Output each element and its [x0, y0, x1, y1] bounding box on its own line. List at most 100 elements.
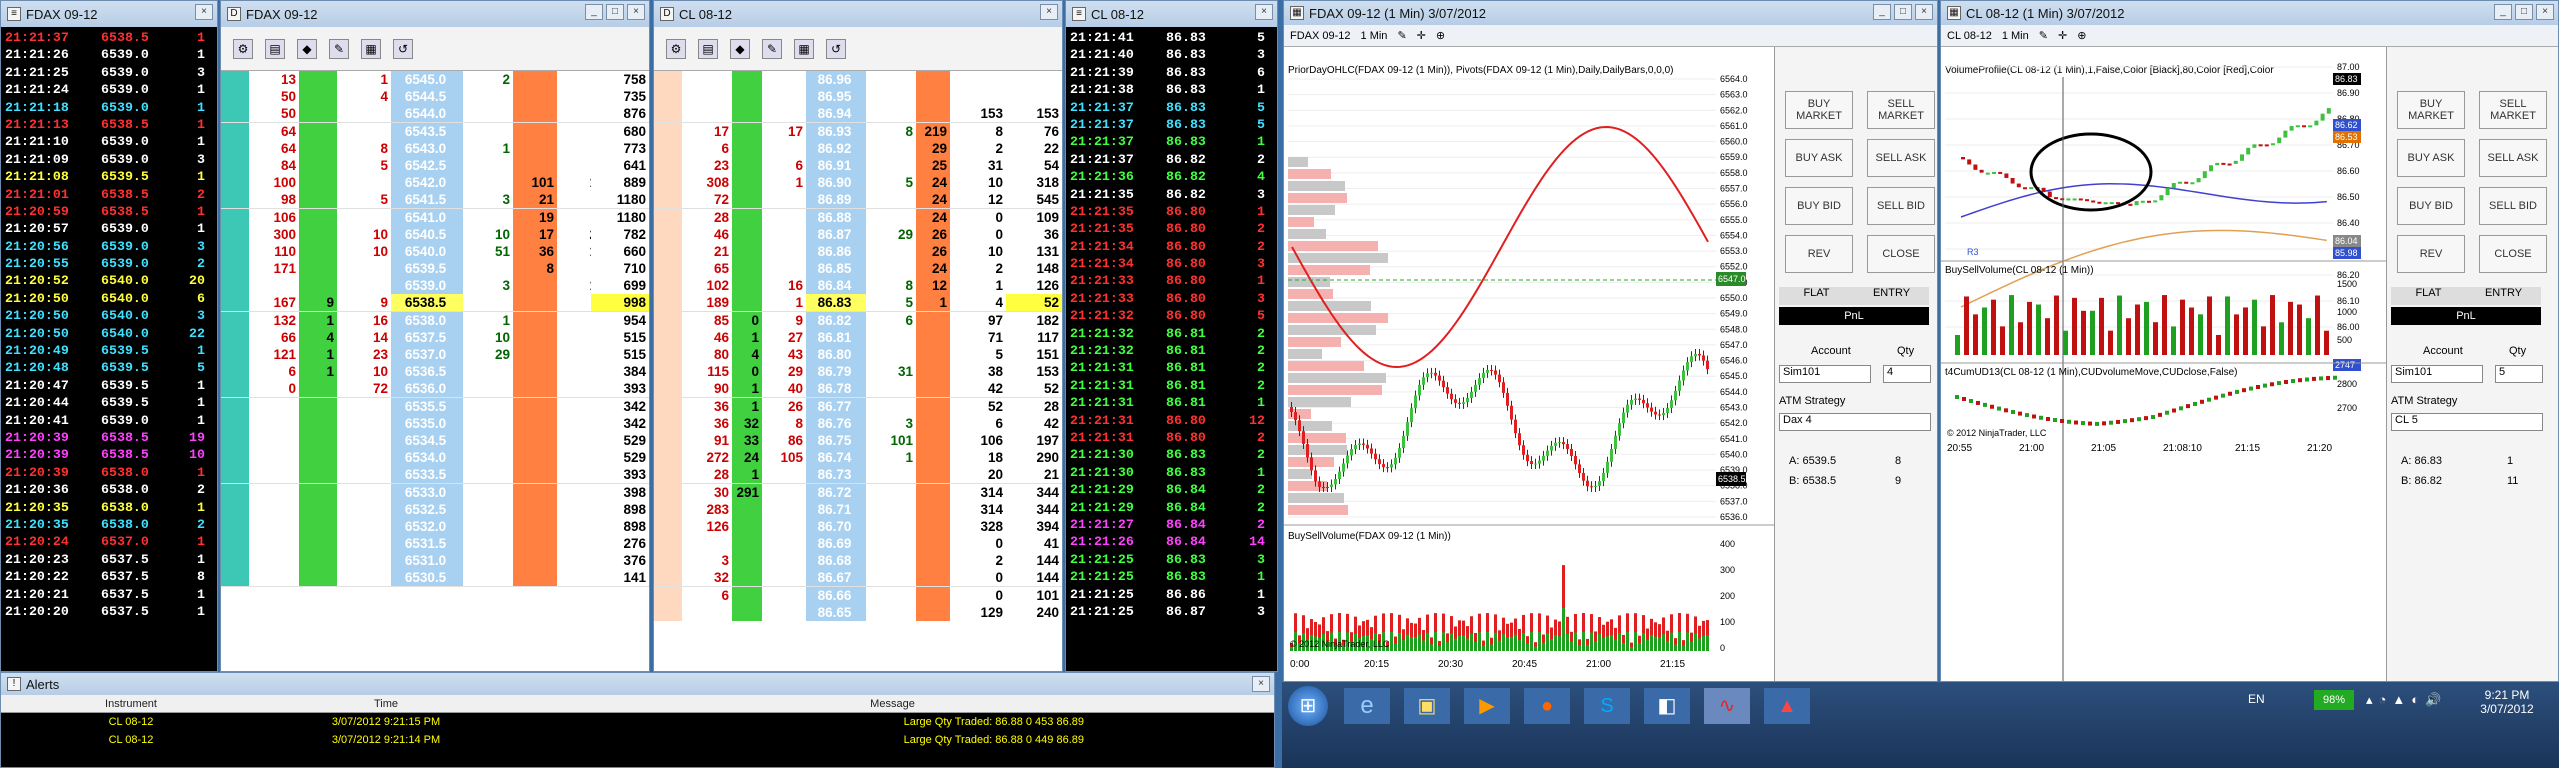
titlebar[interactable]: ≡ FDAX 09-12 ×: [1, 1, 217, 27]
ladder-row[interactable]: 646543.524680: [221, 122, 649, 140]
tray-icons[interactable]: ▴◔▲◐🔊: [2366, 692, 2447, 708]
ladder-row[interactable]: 32 86.67 0 144: [654, 569, 1062, 587]
titlebar[interactable]: ▦ CL 08-12 (1 Min) 3/07/2012 _ □ ×: [1941, 1, 2558, 25]
ladder-row[interactable]: 664146537.51018515: [221, 328, 649, 346]
ladder-row[interactable]: 17 17 86.93 8 219 8 76: [654, 122, 1062, 140]
ladder-row[interactable]: 6535.5 342: [221, 397, 649, 415]
maximize-icon[interactable]: □: [1894, 4, 1912, 20]
language-indicator[interactable]: EN: [2248, 692, 2265, 706]
minimize-icon[interactable]: _: [1873, 4, 1891, 20]
center-icon[interactable]: ◆: [297, 38, 317, 59]
ladder-row[interactable]: 6535.0 342: [221, 414, 649, 432]
period-selector[interactable]: 1 Min: [1361, 30, 1388, 42]
skype-icon[interactable]: S: [1584, 688, 1630, 724]
ladder-row[interactable]: 36 1 26 86.77 52 28: [654, 397, 1062, 415]
ladder-row[interactable]: 6533.0 398: [221, 483, 649, 501]
ladder-row[interactable]: 6 1 10 6536.5 384: [221, 363, 649, 381]
buy-market-button[interactable]: BUY MARKET: [1785, 91, 1853, 129]
ladder-row[interactable]: 36 32 8 86.76 3 6 42: [654, 414, 1062, 432]
ladder-row[interactable]: 1211236537.02933515: [221, 346, 649, 364]
close-icon[interactable]: ×: [1252, 676, 1270, 692]
ladder-row[interactable]: 283 86.71 314 344: [654, 500, 1062, 518]
period-selector[interactable]: 1 Min: [2002, 30, 2029, 42]
ladder-row[interactable]: 6 86.66 0 101: [654, 586, 1062, 604]
ladder-row[interactable]: 5046544.514735: [221, 88, 649, 106]
ladder-row[interactable]: 6532.5 898: [221, 500, 649, 518]
ladder-row[interactable]: 86.65 129 240: [654, 603, 1062, 621]
titlebar[interactable]: D CL 08-12 ×: [654, 1, 1062, 27]
ladder-row[interactable]: 30 291 86.72 314 344: [654, 483, 1062, 501]
time-and-sales-list[interactable]: 21:21:41 86.83 5 21:21:40 86.83 3 21:21:39 86.8…: [1066, 27, 1277, 671]
sell-bid-button[interactable]: SELL BID: [1867, 187, 1935, 225]
ladder-row[interactable]: 6486543.0174773: [221, 139, 649, 157]
alert-row[interactable]: CL 08-12 3/07/2012 9:21:14 PM Large Qty Tr…: [1, 731, 1274, 749]
ladder-row[interactable]: 86.95: [654, 88, 1062, 106]
ladder-row[interactable]: 126 86.70 328 394: [654, 517, 1062, 536]
ladder-row[interactable]: 1716539.58110710: [221, 260, 649, 278]
ninjatrader-icon[interactable]: ∿: [1704, 688, 1750, 724]
entry-label[interactable]: ENTRY: [2466, 287, 2541, 305]
rev-button[interactable]: REV: [2397, 235, 2465, 273]
ladder-row[interactable]: 86.94 153 153: [654, 105, 1062, 123]
media-player-icon[interactable]: ▶: [1464, 688, 1510, 724]
sell-ask-button[interactable]: SELL ASK: [2479, 139, 2547, 177]
titlebar[interactable]: ! Alerts ×: [1, 673, 1274, 695]
chart-icon[interactable]: ▦: [361, 38, 381, 59]
ladder-row[interactable]: 46 1 27 86.81 71 117: [654, 328, 1062, 346]
ladder-row[interactable]: 1006542.0101175889: [221, 174, 649, 192]
zoom-icon[interactable]: ⊕: [1436, 29, 1445, 42]
ladder-row[interactable]: 46 86.87 29 26 0 36: [654, 225, 1062, 243]
zoom-icon[interactable]: ⊕: [2077, 29, 2086, 42]
ladder-row[interactable]: 110106540.05136140660: [221, 242, 649, 261]
col-instrument[interactable]: Instrument: [1, 695, 261, 712]
pencil-icon[interactable]: ✎: [2039, 29, 2048, 42]
brush-icon[interactable]: ✎: [762, 38, 782, 59]
minimize-icon[interactable]: _: [585, 4, 603, 20]
ladder-row[interactable]: 72 86.89 24 12 545: [654, 191, 1062, 209]
sell-market-button[interactable]: SELL MARKET: [1867, 91, 1935, 129]
battery-indicator[interactable]: 98%: [2314, 690, 2354, 710]
ladder-row[interactable]: 28 1 86.73 20 21: [654, 466, 1062, 484]
rev-button[interactable]: REV: [1785, 235, 1853, 273]
account-select[interactable]: Sim101: [2391, 365, 2483, 383]
internet-explorer-icon[interactable]: e: [1344, 688, 1390, 724]
firefox-icon[interactable]: ●: [1524, 688, 1570, 724]
ladder-row[interactable]: 6531.5 276: [221, 535, 649, 553]
ladder-row[interactable]: 21 86.86 26 10 131: [654, 242, 1062, 261]
buy-bid-button[interactable]: BUY BID: [1785, 187, 1853, 225]
start-button[interactable]: ⊞: [1288, 686, 1328, 726]
buy-bid-button[interactable]: BUY BID: [2397, 187, 2465, 225]
maximize-icon[interactable]: □: [606, 4, 624, 20]
ladder-row[interactable]: 91 33 86 86.75 101 106 197: [654, 431, 1062, 450]
ladder-row[interactable]: 85 0 9 86.82 6 97 182: [654, 311, 1062, 329]
sell-market-button[interactable]: SELL MARKET: [2479, 91, 2547, 129]
instrument-icon[interactable]: ▤: [698, 38, 718, 59]
ladder-row[interactable]: 6533.5 393: [221, 466, 649, 484]
sell-bid-button[interactable]: SELL BID: [2479, 187, 2547, 225]
qty-stepper[interactable]: 4: [1883, 365, 1931, 383]
ladder-row[interactable]: 6 86.92 29 2 22: [654, 139, 1062, 157]
pencil-icon[interactable]: ✎: [1397, 29, 1406, 42]
instrument-selector[interactable]: CL 08-12: [1947, 30, 1992, 42]
alerts-list[interactable]: CL 08-12 3/07/2012 9:21:15 PM Large Qty Tr…: [1, 713, 1274, 767]
atm-select[interactable]: Dax 4: [1779, 413, 1931, 431]
ladder-row[interactable]: 86.96: [654, 71, 1062, 89]
center-icon[interactable]: ◆: [730, 38, 750, 59]
buy-ask-button[interactable]: BUY ASK: [1785, 139, 1853, 177]
titlebar[interactable]: D FDAX 09-12 _ □ ×: [221, 1, 649, 27]
ladder-row[interactable]: 86.69 0 41: [654, 535, 1062, 553]
ladder-row[interactable]: 6532.0 898: [221, 517, 649, 536]
sell-ask-button[interactable]: SELL ASK: [1867, 139, 1935, 177]
instrument-selector[interactable]: FDAX 09-12: [1290, 30, 1351, 42]
clock[interactable]: 9:21 PM 3/07/2012: [2472, 688, 2542, 716]
flat-label[interactable]: FLAT: [1779, 287, 1854, 305]
ladder-row[interactable]: 506544.016876: [221, 105, 649, 123]
ladder-row[interactable]: 23 6 86.91 25 31 54: [654, 156, 1062, 175]
settings-icon[interactable]: ⚙: [666, 38, 686, 59]
account-select[interactable]: Sim101: [1779, 365, 1871, 383]
col-message[interactable]: Message: [511, 695, 1274, 712]
crosshair-icon[interactable]: ✛: [2058, 29, 2067, 42]
ladder-row[interactable]: 115 0 29 86.79 31 38 153: [654, 363, 1062, 381]
close-icon[interactable]: ×: [1040, 4, 1058, 20]
ladder-row[interactable]: 28 86.88 24 0 109: [654, 208, 1062, 226]
